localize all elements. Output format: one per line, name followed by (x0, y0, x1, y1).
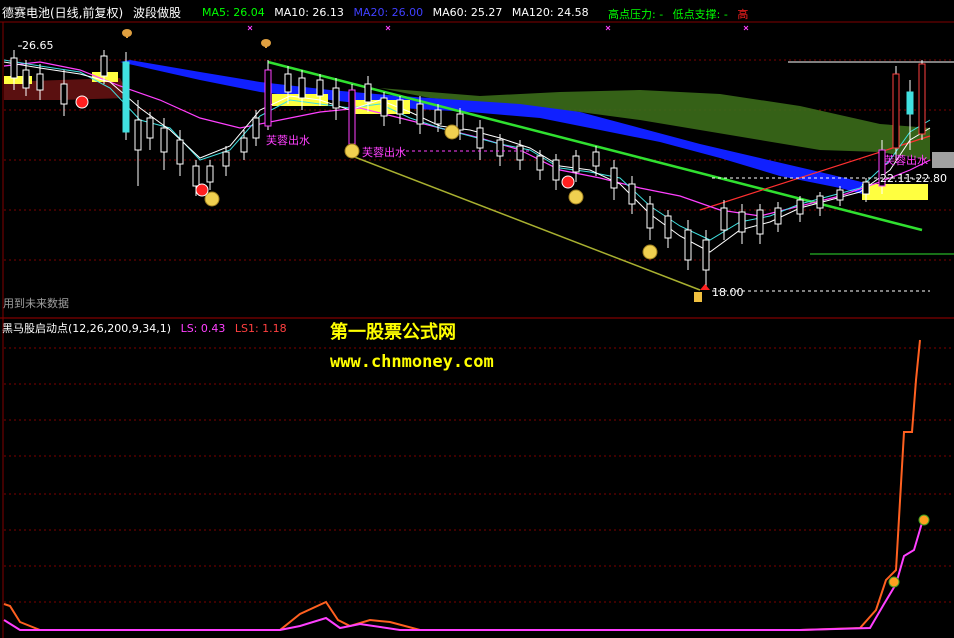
ma-legend: MA5: 26.04 MA10: 26.13 MA20: 26.00 MA60:… (202, 6, 595, 19)
future-data-note: 用到未来数据 (3, 297, 69, 310)
ma120-value: MA120: 24.58 (511, 6, 589, 19)
peach-icon (888, 514, 930, 588)
watermark-title: 第一股票公式网 (330, 322, 456, 343)
stock-chart-canvas[interactable] (0, 0, 954, 638)
ls1-value: LS1: 1.18 (234, 322, 287, 335)
stock-name[interactable]: 德赛电池(日线,前复权) (2, 6, 123, 20)
ma10-value: MA10: 26.13 (274, 6, 344, 19)
ma5-value: MA5: 26.04 (202, 6, 265, 19)
high-label: 高 (737, 8, 749, 21)
price-right-label: 22.11-22.80 (880, 172, 947, 185)
signal-label: 芙蓉出水 (362, 146, 406, 159)
signal-label: 芙蓉出水 (884, 154, 928, 167)
price-top-label: 26.65 (22, 39, 54, 52)
header-legend: 德赛电池(日线,前复权) 波段做股 (2, 4, 187, 21)
watermark-url: www.chnmoney.com (330, 352, 494, 372)
indicator-name[interactable]: 黑马股启动点(12,26,200,9,34,1) (2, 322, 171, 335)
bottom-marker-icon (694, 292, 702, 302)
signal-label: 芙蓉出水 (266, 134, 310, 147)
ls1-line (3, 339, 921, 631)
ma20-value: MA20: 26.00 (353, 6, 424, 19)
ls-value: LS: 0.43 (180, 322, 226, 335)
price-bottom-label: 18.00 (712, 286, 744, 299)
formula-name[interactable]: 波段做股 (133, 6, 181, 20)
pressure-value: 高点压力: - (608, 8, 664, 21)
ma60-value: MA60: 25.27 (432, 6, 503, 19)
sub-legend: 黑马股启动点(12,26,200,9,34,1) LS: 0.43 LS1: 1… (2, 320, 293, 336)
ls-line (3, 515, 925, 631)
mushroom-icon (122, 29, 271, 48)
support-legend: 高点压力: - 低点支撑: - 高 (608, 6, 754, 22)
support-value: 低点支撑: - (672, 8, 728, 21)
